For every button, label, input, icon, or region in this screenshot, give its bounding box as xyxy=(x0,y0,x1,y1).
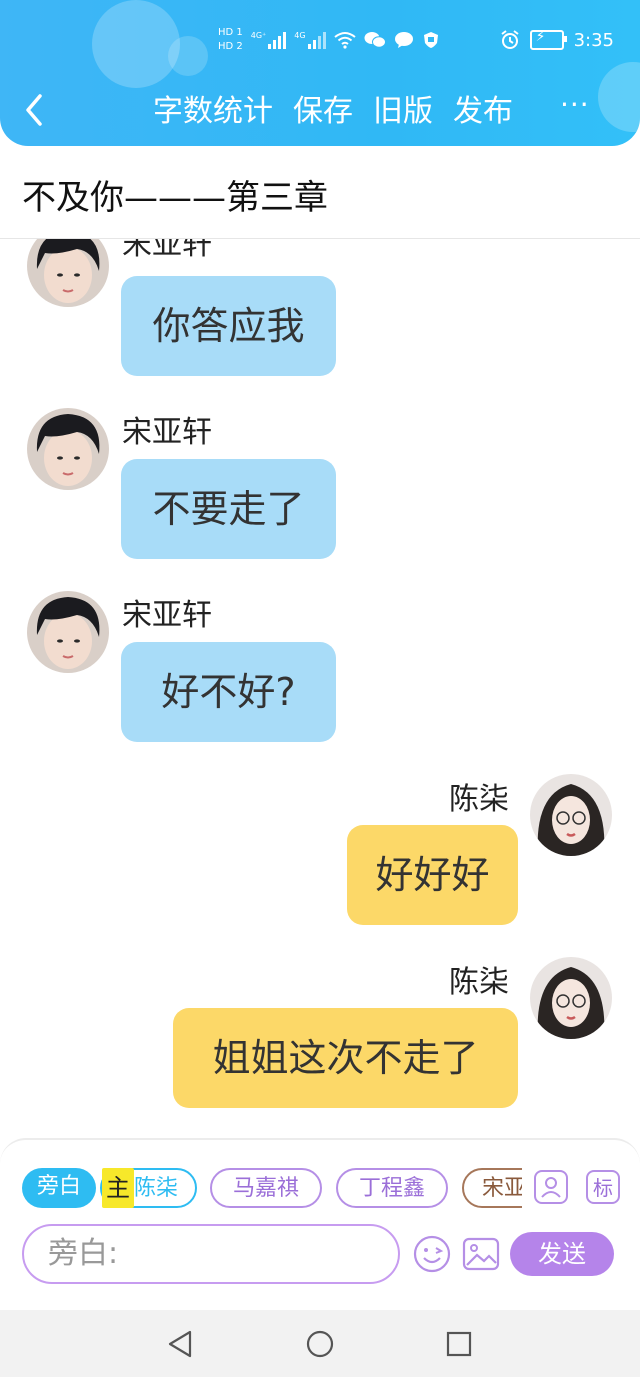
nav-home-button[interactable] xyxy=(300,1324,340,1364)
back-button[interactable] xyxy=(20,90,60,134)
hd2-label: HD 2 xyxy=(218,41,243,52)
avatar-song-yaxuan[interactable] xyxy=(27,239,109,307)
avatar-song-yaxuan[interactable] xyxy=(27,591,109,673)
battery-icon: ⚡ xyxy=(529,29,567,50)
more-options-button[interactable]: ··· xyxy=(560,91,600,132)
nav-bar: 字数统计 保存 旧版 发布 ··· xyxy=(0,84,640,140)
message-bubble[interactable]: 姐姐这次不走了 xyxy=(173,1008,518,1108)
speaker-name: 陈柒 xyxy=(449,782,509,817)
wechat-icon xyxy=(364,32,386,48)
role-selector: 旁白 主 陈柒 马嘉祺 丁程鑫 宋亚 xyxy=(22,1168,522,1212)
message-bubble[interactable]: 好好好 xyxy=(347,825,518,925)
speaker-name: 宋亚轩 xyxy=(122,415,212,450)
role-chip-label: 陈柒 xyxy=(134,1176,179,1201)
boy-portrait-icon xyxy=(27,591,109,673)
avatar-chen-qi[interactable] xyxy=(530,774,612,856)
avatar-chen-qi[interactable] xyxy=(530,957,612,1039)
boy-portrait-icon xyxy=(27,239,109,307)
net1-label: 4G⁺ xyxy=(250,31,267,40)
message-bubble[interactable]: 不要走了 xyxy=(121,459,336,559)
net2-label: 4G xyxy=(294,31,306,40)
speaker-name: 陈柒 xyxy=(449,965,509,1000)
circle-home-icon xyxy=(306,1330,334,1358)
signal-1-icon: 4G⁺ xyxy=(251,31,287,49)
status-left: HD 1 HD 2 4G⁺ 4G xyxy=(218,22,440,58)
role-chip-narration[interactable]: 旁白 xyxy=(22,1168,96,1208)
chevron-left-icon xyxy=(26,94,42,126)
old-version-button[interactable]: 旧版 xyxy=(373,90,433,134)
clock: 3:35 xyxy=(573,29,614,51)
status-bar: HD 1 HD 2 4G⁺ 4G ⚡ 3:35 xyxy=(0,22,640,58)
publish-button[interactable]: 发布 xyxy=(453,90,513,134)
nav-recents-button[interactable] xyxy=(439,1324,479,1364)
girl-portrait-icon xyxy=(530,774,612,856)
avatar-song-yaxuan[interactable] xyxy=(27,408,109,490)
nav-back-button[interactable] xyxy=(160,1324,200,1364)
word-count-button[interactable]: 字数统计 xyxy=(153,90,273,134)
chat-area[interactable]: 宋亚轩 你答应我 宋亚轩 不要走了 宋亚轩 好不好? 陈柒 好好好 陈柒 姐姐这… xyxy=(0,239,640,1134)
signal-2-icon: 4G xyxy=(294,31,326,49)
send-button[interactable]: 发送 xyxy=(510,1232,614,1276)
girl-portrait-icon xyxy=(530,957,612,1039)
message-input[interactable]: 旁白: xyxy=(22,1224,400,1284)
speaker-name: 宋亚轩 xyxy=(122,239,212,262)
tag-button[interactable]: 标 xyxy=(586,1170,620,1204)
hd-indicators: HD 1 HD 2 xyxy=(218,27,243,53)
emoji-icon[interactable] xyxy=(412,1234,452,1274)
main-character-tag: 主 xyxy=(102,1168,134,1208)
system-navigation-bar xyxy=(0,1310,640,1377)
role-chip-ding-chengxin[interactable]: 丁程鑫 xyxy=(336,1168,448,1208)
app-header: HD 1 HD 2 4G⁺ 4G ⚡ 3:35 字数统计 保存 旧版 发布 ··… xyxy=(0,0,640,146)
role-chip-song-yaxuan[interactable]: 宋亚 xyxy=(462,1168,522,1208)
person-icon xyxy=(541,1177,561,1198)
alarm-icon xyxy=(500,30,519,49)
shield-icon xyxy=(423,32,438,48)
hd1-label: HD 1 xyxy=(218,27,243,38)
wifi-icon xyxy=(333,32,356,49)
chapter-title[interactable]: 不及你———第三章 xyxy=(22,170,328,219)
role-chip-ma-jiaqi[interactable]: 马嘉祺 xyxy=(210,1168,322,1208)
message-bubble[interactable]: 你答应我 xyxy=(121,276,336,376)
boy-portrait-icon xyxy=(27,408,109,490)
status-right: ⚡ 3:35 xyxy=(500,22,614,58)
square-recents-icon xyxy=(446,1331,472,1357)
nav-actions: 字数统计 保存 旧版 发布 xyxy=(153,90,513,134)
message-icon xyxy=(394,32,413,48)
composer-panel: 旁白 主 陈柒 马嘉祺 丁程鑫 宋亚 标 旁白: 发送 xyxy=(0,1138,640,1286)
save-button[interactable]: 保存 xyxy=(293,90,353,134)
speaker-name: 宋亚轩 xyxy=(122,598,212,633)
role-chip-chen-qi[interactable]: 主 陈柒 xyxy=(100,1168,197,1208)
image-icon[interactable] xyxy=(461,1234,501,1274)
triangle-back-icon xyxy=(168,1330,192,1358)
message-bubble[interactable]: 好不好? xyxy=(121,642,336,742)
character-manage-button[interactable] xyxy=(534,1170,568,1204)
